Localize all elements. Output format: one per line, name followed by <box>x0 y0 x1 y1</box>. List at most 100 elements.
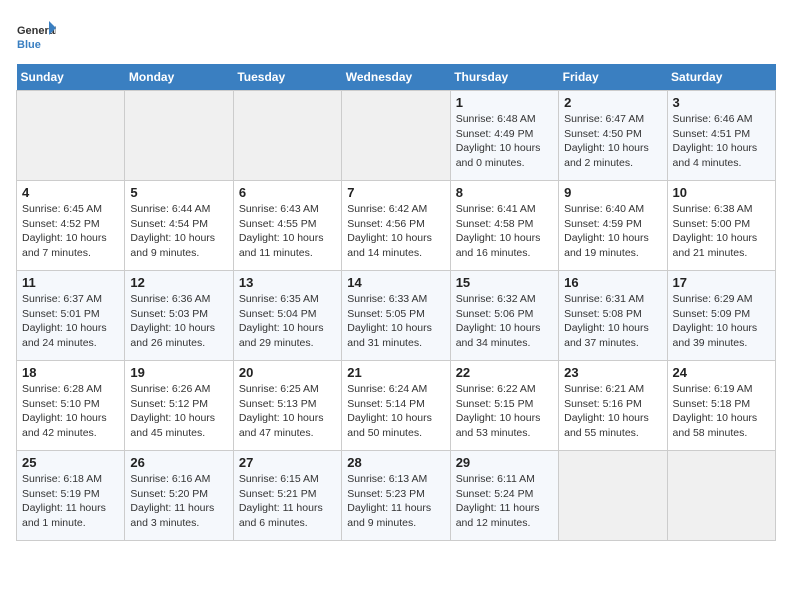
day-info: Sunrise: 6:24 AMSunset: 5:14 PMDaylight:… <box>347 382 444 441</box>
day-info: Sunrise: 6:44 AMSunset: 4:54 PMDaylight:… <box>130 202 227 261</box>
day-info: Sunrise: 6:32 AMSunset: 5:06 PMDaylight:… <box>456 292 553 351</box>
calendar-cell: 2 Sunrise: 6:47 AMSunset: 4:50 PMDaylight… <box>559 91 667 181</box>
calendar-table: SundayMondayTuesdayWednesdayThursdayFrid… <box>16 64 776 541</box>
calendar-cell <box>667 451 775 541</box>
day-info: Sunrise: 6:15 AMSunset: 5:21 PMDaylight:… <box>239 472 336 531</box>
header-row: SundayMondayTuesdayWednesdayThursdayFrid… <box>17 64 776 91</box>
day-info: Sunrise: 6:31 AMSunset: 5:08 PMDaylight:… <box>564 292 661 351</box>
day-info: Sunrise: 6:33 AMSunset: 5:05 PMDaylight:… <box>347 292 444 351</box>
day-header-monday: Monday <box>125 64 233 91</box>
logo-svg: General Blue <box>16 16 56 56</box>
calendar-cell: 6 Sunrise: 6:43 AMSunset: 4:55 PMDaylight… <box>233 181 341 271</box>
day-header-saturday: Saturday <box>667 64 775 91</box>
day-info: Sunrise: 6:18 AMSunset: 5:19 PMDaylight:… <box>22 472 119 531</box>
day-info: Sunrise: 6:36 AMSunset: 5:03 PMDaylight:… <box>130 292 227 351</box>
day-number: 5 <box>130 185 227 200</box>
day-info: Sunrise: 6:46 AMSunset: 4:51 PMDaylight:… <box>673 112 770 171</box>
calendar-cell: 9 Sunrise: 6:40 AMSunset: 4:59 PMDaylight… <box>559 181 667 271</box>
day-info: Sunrise: 6:35 AMSunset: 5:04 PMDaylight:… <box>239 292 336 351</box>
calendar-cell: 10 Sunrise: 6:38 AMSunset: 5:00 PMDayligh… <box>667 181 775 271</box>
day-number: 2 <box>564 95 661 110</box>
day-number: 19 <box>130 365 227 380</box>
calendar-cell <box>559 451 667 541</box>
day-number: 26 <box>130 455 227 470</box>
calendar-body: 1 Sunrise: 6:48 AMSunset: 4:49 PMDaylight… <box>17 91 776 541</box>
day-info: Sunrise: 6:21 AMSunset: 5:16 PMDaylight:… <box>564 382 661 441</box>
day-number: 8 <box>456 185 553 200</box>
week-row: 18Sunrise: 6:28 AMSunset: 5:10 PMDayligh… <box>17 361 776 451</box>
day-info: Sunrise: 6:19 AMSunset: 5:18 PMDaylight:… <box>673 382 770 441</box>
day-info: Sunrise: 6:22 AMSunset: 5:15 PMDaylight:… <box>456 382 553 441</box>
day-number: 20 <box>239 365 336 380</box>
calendar-cell: 22Sunrise: 6:22 AMSunset: 5:15 PMDayligh… <box>450 361 558 451</box>
day-number: 13 <box>239 275 336 290</box>
day-info: Sunrise: 6:26 AMSunset: 5:12 PMDaylight:… <box>130 382 227 441</box>
week-row: 1 Sunrise: 6:48 AMSunset: 4:49 PMDaylight… <box>17 91 776 181</box>
day-number: 11 <box>22 275 119 290</box>
calendar-cell: 3Sunrise: 6:46 AMSunset: 4:51 PMDaylight… <box>667 91 775 181</box>
day-number: 29 <box>456 455 553 470</box>
calendar-cell <box>125 91 233 181</box>
calendar-cell: 1 Sunrise: 6:48 AMSunset: 4:49 PMDaylight… <box>450 91 558 181</box>
day-info: Sunrise: 6:45 AMSunset: 4:52 PMDaylight:… <box>22 202 119 261</box>
day-number: 21 <box>347 365 444 380</box>
week-row: 4 Sunrise: 6:45 AMSunset: 4:52 PMDaylight… <box>17 181 776 271</box>
day-info: Sunrise: 6:38 AMSunset: 5:00 PMDaylight:… <box>673 202 770 261</box>
day-header-tuesday: Tuesday <box>233 64 341 91</box>
calendar-cell: 29 Sunrise: 6:11 AMSunset: 5:24 PMDayligh… <box>450 451 558 541</box>
day-info: Sunrise: 6:40 AMSunset: 4:59 PMDaylight:… <box>564 202 661 261</box>
day-header-thursday: Thursday <box>450 64 558 91</box>
calendar-cell: 13 Sunrise: 6:35 AMSunset: 5:04 PMDayligh… <box>233 271 341 361</box>
calendar-cell: 20 Sunrise: 6:25 AMSunset: 5:13 PMDayligh… <box>233 361 341 451</box>
day-number: 24 <box>673 365 770 380</box>
day-number: 7 <box>347 185 444 200</box>
day-number: 10 <box>673 185 770 200</box>
day-info: Sunrise: 6:16 AMSunset: 5:20 PMDaylight:… <box>130 472 227 531</box>
svg-text:Blue: Blue <box>17 39 41 51</box>
day-info: Sunrise: 6:47 AMSunset: 4:50 PMDaylight:… <box>564 112 661 171</box>
calendar-cell: 27 Sunrise: 6:15 AMSunset: 5:21 PMDayligh… <box>233 451 341 541</box>
day-info: Sunrise: 6:29 AMSunset: 5:09 PMDaylight:… <box>673 292 770 351</box>
day-number: 4 <box>22 185 119 200</box>
calendar-cell: 5 Sunrise: 6:44 AMSunset: 4:54 PMDaylight… <box>125 181 233 271</box>
calendar-cell: 16 Sunrise: 6:31 AMSunset: 5:08 PMDayligh… <box>559 271 667 361</box>
day-info: Sunrise: 6:43 AMSunset: 4:55 PMDaylight:… <box>239 202 336 261</box>
calendar-cell: 15 Sunrise: 6:32 AMSunset: 5:06 PMDayligh… <box>450 271 558 361</box>
day-number: 1 <box>456 95 553 110</box>
day-number: 16 <box>564 275 661 290</box>
day-number: 27 <box>239 455 336 470</box>
day-header-sunday: Sunday <box>17 64 125 91</box>
day-info: Sunrise: 6:25 AMSunset: 5:13 PMDaylight:… <box>239 382 336 441</box>
calendar-cell <box>233 91 341 181</box>
week-row: 11 Sunrise: 6:37 AMSunset: 5:01 PMDayligh… <box>17 271 776 361</box>
calendar-cell: 28Sunrise: 6:13 AMSunset: 5:23 PMDayligh… <box>342 451 450 541</box>
day-header-wednesday: Wednesday <box>342 64 450 91</box>
calendar-cell: 25 Sunrise: 6:18 AMSunset: 5:19 PMDayligh… <box>17 451 125 541</box>
calendar-cell: 26 Sunrise: 6:16 AMSunset: 5:20 PMDayligh… <box>125 451 233 541</box>
calendar-cell: 4 Sunrise: 6:45 AMSunset: 4:52 PMDaylight… <box>17 181 125 271</box>
header: General Blue <box>16 16 776 56</box>
calendar-cell: 24 Sunrise: 6:19 AMSunset: 5:18 PMDayligh… <box>667 361 775 451</box>
calendar-cell: 17 Sunrise: 6:29 AMSunset: 5:09 PMDayligh… <box>667 271 775 361</box>
day-number: 9 <box>564 185 661 200</box>
calendar-cell: 21 Sunrise: 6:24 AMSunset: 5:14 PMDayligh… <box>342 361 450 451</box>
calendar-cell: 19 Sunrise: 6:26 AMSunset: 5:12 PMDayligh… <box>125 361 233 451</box>
calendar-cell: 18Sunrise: 6:28 AMSunset: 5:10 PMDayligh… <box>17 361 125 451</box>
day-number: 14 <box>347 275 444 290</box>
day-number: 6 <box>239 185 336 200</box>
day-info: Sunrise: 6:37 AMSunset: 5:01 PMDaylight:… <box>22 292 119 351</box>
day-info: Sunrise: 6:11 AMSunset: 5:24 PMDaylight:… <box>456 472 553 531</box>
day-number: 17 <box>673 275 770 290</box>
calendar-cell: 7Sunrise: 6:42 AMSunset: 4:56 PMDaylight… <box>342 181 450 271</box>
day-number: 12 <box>130 275 227 290</box>
day-number: 23 <box>564 365 661 380</box>
logo: General Blue <box>16 16 56 56</box>
calendar-header: SundayMondayTuesdayWednesdayThursdayFrid… <box>17 64 776 91</box>
calendar-cell: 23 Sunrise: 6:21 AMSunset: 5:16 PMDayligh… <box>559 361 667 451</box>
day-info: Sunrise: 6:48 AMSunset: 4:49 PMDaylight:… <box>456 112 553 171</box>
calendar-cell <box>342 91 450 181</box>
calendar-cell: 11 Sunrise: 6:37 AMSunset: 5:01 PMDayligh… <box>17 271 125 361</box>
day-number: 25 <box>22 455 119 470</box>
week-row: 25 Sunrise: 6:18 AMSunset: 5:19 PMDayligh… <box>17 451 776 541</box>
day-number: 15 <box>456 275 553 290</box>
